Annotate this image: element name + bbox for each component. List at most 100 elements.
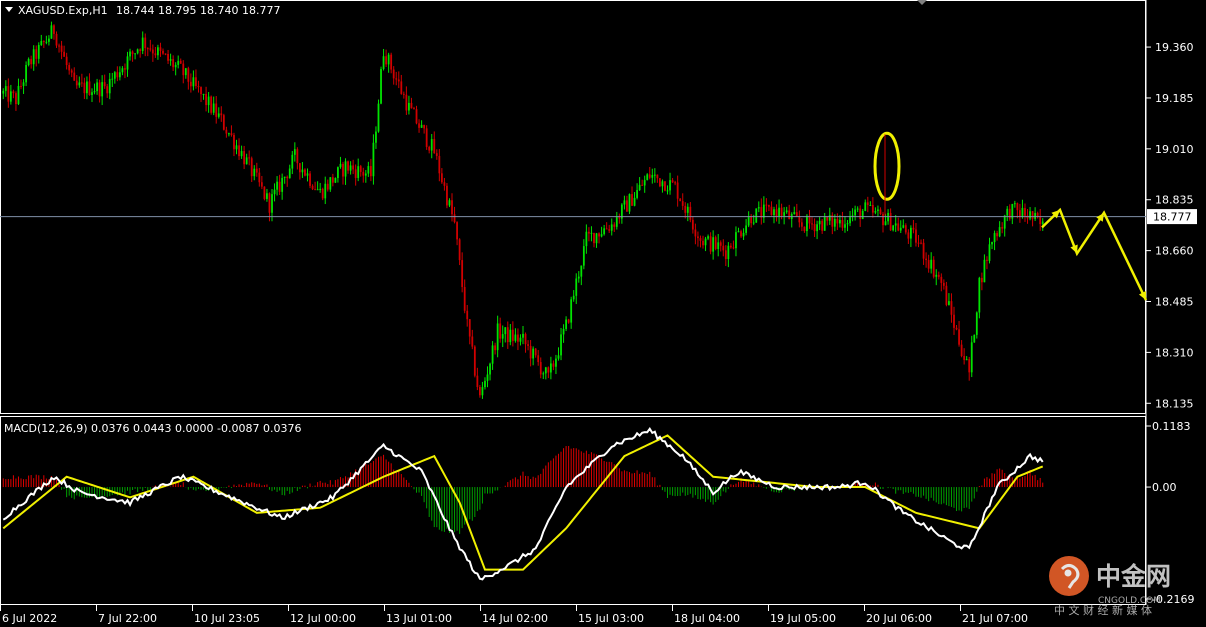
candle-body [458, 239, 461, 261]
candle-body [991, 242, 993, 245]
candle-body [552, 363, 555, 367]
candle-body [42, 41, 45, 43]
candle-body [937, 274, 940, 277]
time-tick-label: 15 Jul 03:00 [578, 612, 644, 625]
candle-body [258, 172, 261, 183]
candle-body [197, 85, 200, 88]
candle-body [392, 69, 395, 79]
candle-body [40, 41, 43, 45]
candle-body [686, 206, 689, 213]
candle-body [628, 194, 631, 212]
candle-body [778, 207, 780, 217]
candle-body [501, 334, 504, 339]
candle-body [821, 220, 824, 231]
candle-body [273, 189, 276, 195]
candle-body [423, 124, 426, 129]
candle-body [889, 212, 892, 231]
candle-body [861, 210, 864, 220]
candle-body [907, 232, 910, 239]
candle-body [17, 85, 20, 105]
time-tick-label: 12 Jul 00:00 [290, 612, 356, 625]
candle-body [826, 217, 829, 221]
candle-body [446, 185, 448, 206]
candle-body [468, 319, 471, 337]
candle-body [329, 177, 332, 190]
candle-body [740, 231, 742, 237]
candle-body [456, 222, 458, 240]
candle-body [134, 53, 137, 55]
candle-body [752, 222, 755, 224]
candle-body [648, 174, 651, 178]
candle-body [238, 145, 240, 157]
candle-body [854, 209, 857, 216]
candle-body [643, 180, 646, 186]
price-tick-label: 18.485 [1155, 296, 1194, 309]
candle-body [131, 51, 134, 55]
candle-body [524, 333, 527, 345]
candle-body [656, 174, 659, 179]
candle-body [965, 359, 968, 361]
candle-body [846, 223, 849, 225]
candle-body [709, 236, 712, 252]
candle-body [780, 207, 783, 216]
candle-body [603, 228, 606, 235]
candle-body [167, 54, 169, 61]
candle-body [108, 79, 111, 94]
candle-body [555, 358, 557, 367]
candle-body [369, 166, 372, 177]
candle-body [575, 278, 578, 296]
candle-body [349, 165, 352, 171]
candle-body [922, 242, 925, 259]
watermark-name: 中金网 [1096, 562, 1171, 591]
candle-body [836, 218, 839, 224]
candle-body [35, 49, 38, 59]
candle-body [293, 149, 296, 155]
candle-body [157, 47, 159, 56]
watermark-subtitle: 中 文 财 经 新 媒 体 [1054, 603, 1152, 617]
candle-body [476, 375, 479, 388]
candle-body [215, 103, 218, 117]
candle-body [30, 58, 33, 65]
candle-body [593, 232, 595, 244]
candle-body [179, 60, 182, 64]
candle-body [253, 168, 256, 177]
candle-body [755, 208, 758, 223]
candle-body [207, 96, 210, 106]
candle-body [699, 238, 702, 241]
candle-body [53, 25, 55, 34]
candle-body [1024, 207, 1026, 216]
candle-body [129, 51, 131, 57]
candle-body [413, 108, 415, 110]
candle-body [724, 250, 727, 259]
candle-body [511, 329, 514, 341]
candle-body [367, 166, 370, 174]
candle-body [136, 49, 139, 54]
candle-body [296, 149, 299, 164]
candle-body [757, 207, 760, 209]
candle-body [762, 204, 765, 218]
candle-body [395, 78, 398, 80]
candle-body [646, 174, 649, 181]
candle-body [141, 37, 144, 51]
candle-body [859, 208, 862, 220]
candle-body [149, 48, 152, 50]
candle-body [1029, 211, 1031, 219]
candle-body [712, 237, 715, 252]
candle-body [547, 367, 550, 373]
candle-body [263, 186, 266, 199]
candle-body [600, 234, 603, 237]
candle-body [80, 82, 83, 84]
candle-body [202, 93, 205, 95]
candle-body [144, 37, 147, 49]
candle-body [260, 182, 263, 187]
candle-body [1016, 203, 1019, 211]
candle-body [50, 25, 53, 39]
candle-body [1006, 208, 1009, 216]
candle-body [220, 113, 223, 116]
candle-body [539, 362, 542, 375]
candle-body [425, 128, 428, 147]
candle-body [301, 169, 304, 173]
chart-header: XAGUSD.Exp,H1 18.744 18.795 18.740 18.77… [5, 4, 280, 17]
candle-body [633, 197, 636, 206]
candle-body [945, 285, 948, 305]
